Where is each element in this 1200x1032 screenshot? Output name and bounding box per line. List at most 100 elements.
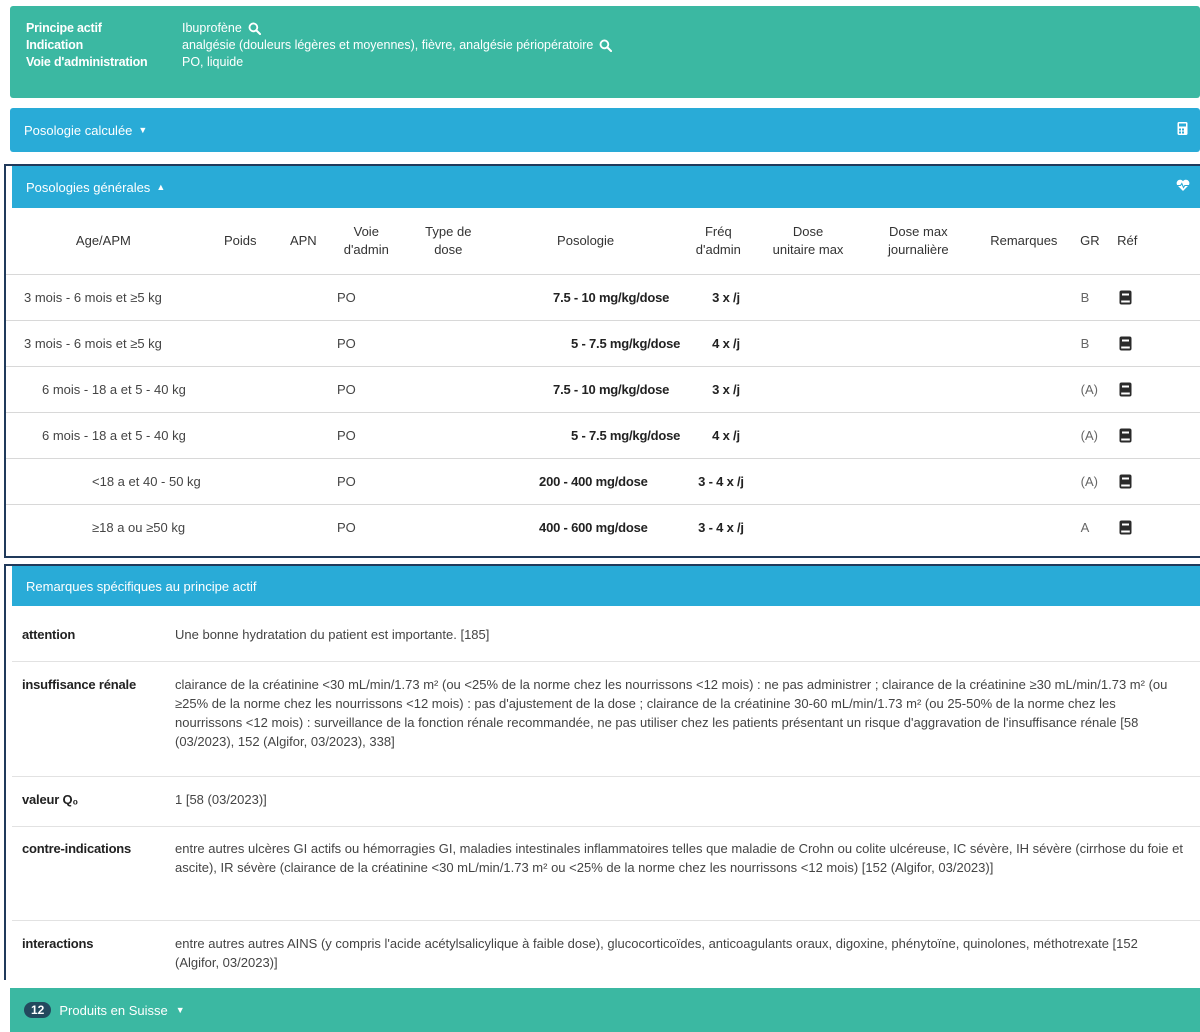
cell-frequency: 4 x /j — [680, 412, 757, 459]
general-dosages-toggle[interactable]: Posologies générales ▲ — [12, 166, 1200, 208]
col-dose-type[interactable]: Type de dose — [405, 208, 492, 275]
general-dosages-section: Posologies générales ▲ Age/APM Poids APN… — [4, 164, 1200, 558]
cell-weight — [200, 366, 280, 413]
cell-apn — [280, 504, 327, 550]
col-apn[interactable]: APN — [279, 208, 327, 275]
cell-gr: (A) — [1070, 458, 1110, 505]
reference-book-icon[interactable] — [1119, 519, 1132, 535]
header-row-route: Voie d'administration PO, liquide — [26, 54, 1184, 71]
cell-weight — [200, 458, 280, 505]
cell-weight — [200, 320, 280, 367]
reference-book-icon[interactable] — [1119, 473, 1132, 489]
cell-gr: B — [1070, 320, 1110, 367]
table-row: 3 mois - 6 mois et ≥5 kg PO 7.5 - 10 mg/kg… — [6, 274, 1200, 321]
table-row: <18 a et 40 - 50 kg PO 200 - 400 mg/dose 3 … — [6, 458, 1200, 505]
cell-posology: 5 - 7.5 mg/kg/dose — [491, 412, 680, 459]
dosage-table: Age/APM Poids APN Voie d'admin Type de dos… — [6, 208, 1200, 550]
col-age[interactable]: Age/APM — [6, 208, 201, 275]
cell-frequency: 4 x /j — [680, 320, 757, 367]
calculated-dosage-toggle[interactable]: Posologie calculée ▼ — [10, 108, 1200, 152]
cell-age: <18 a et 40 - 50 kg — [6, 458, 201, 505]
remark-value: 1 [58 (03/2023)] — [175, 792, 267, 807]
cell-route: PO — [326, 412, 406, 459]
cell-remarks — [977, 504, 1071, 550]
cell-posology: 200 - 400 mg/dose — [491, 458, 681, 505]
remark-q0-value: valeur Q₀ 1 [58 (03/2023)] — [22, 790, 1200, 809]
cell-route: PO — [326, 320, 406, 367]
remark-value: entre autres autres AINS (y compris l'ac… — [175, 936, 1138, 970]
cell-remarks — [977, 412, 1071, 459]
general-dosages-label: Posologies générales — [26, 179, 151, 195]
remarks-section: Remarques spécifiques au principe actif … — [4, 564, 1200, 980]
remarks-title: Remarques spécifiques au principe actif — [26, 578, 257, 594]
col-ref[interactable]: Réf — [1109, 208, 1200, 275]
cell-route: PO — [326, 366, 406, 413]
remark-value: clairance de la créatinine <30 mL/min/1.… — [175, 677, 1168, 749]
cell-dose-type — [405, 274, 492, 321]
cell-frequency: 3 - 4 x /j — [698, 519, 744, 535]
cell-max-daily-dose — [859, 412, 978, 459]
cell-ref — [1109, 412, 1200, 459]
route-value: PO, liquide — [182, 55, 244, 69]
swiss-products-toggle[interactable]: 12 Produits en Suisse ▼ — [10, 988, 1200, 1032]
cell-age: 3 mois - 6 mois et ≥5 kg — [6, 320, 201, 367]
cell-route: PO — [336, 519, 356, 535]
cell-weight — [201, 504, 280, 550]
remark-value: Une bonne hydratation du patient est imp… — [175, 627, 490, 642]
swiss-products-label: Produits en Suisse — [59, 1002, 168, 1018]
table-row: 6 mois - 18 a et 5 - 40 kg PO 7.5 - 10 mg/… — [6, 366, 1200, 413]
table-row: 3 mois - 6 mois et ≥5 kg PO 5 - 7.5 mg/kg/… — [6, 320, 1200, 367]
col-max-unit-dose[interactable]: Dose unitaire max — [756, 208, 860, 275]
remark-key: interactions — [22, 936, 94, 951]
reference-book-icon[interactable] — [1119, 335, 1132, 351]
cell-posology: 7.5 - 10 mg/kg/dose — [491, 274, 681, 321]
cell-max-unit-dose — [756, 412, 860, 459]
cell-age: 3 mois - 6 mois et ≥5 kg — [6, 274, 201, 321]
cell-dose-type — [405, 366, 492, 413]
cell-gr: B — [1070, 274, 1110, 321]
cell-route: PO — [326, 458, 406, 505]
search-icon[interactable] — [599, 39, 613, 52]
cell-max-unit-dose — [756, 274, 860, 321]
cell-frequency: 3 - 4 x /j — [680, 458, 757, 505]
header-row-indication: Indication analgésie (douleurs légères e… — [26, 37, 1184, 54]
col-route[interactable]: Voie d'admin — [326, 208, 406, 275]
col-posology[interactable]: Posologie — [491, 208, 681, 275]
remarks-header: Remarques spécifiques au principe actif — [12, 566, 1200, 606]
remark-key: valeur Q₀ — [22, 792, 79, 807]
remark-key: attention — [22, 627, 76, 642]
reference-book-icon[interactable] — [1119, 427, 1132, 443]
cell-ref — [1109, 458, 1200, 505]
reference-book-icon[interactable] — [1119, 289, 1132, 305]
cell-max-unit-dose — [756, 320, 860, 367]
cell-gr: (A) — [1070, 366, 1110, 413]
cell-age: 6 mois - 18 a et 5 - 40 kg — [6, 412, 201, 459]
heart-icon[interactable] — [1176, 179, 1190, 195]
calculator-icon[interactable] — [1177, 122, 1188, 139]
col-max-daily-dose[interactable]: Dose max journalière — [859, 208, 978, 275]
col-remarks[interactable]: Remarques — [977, 208, 1071, 275]
remark-interactions: interactions entre autres autres AINS (y… — [22, 934, 1200, 972]
cell-dose-type — [406, 504, 491, 550]
cell-posology: 400 - 600 mg/dose — [539, 519, 648, 535]
cell-ref — [1109, 504, 1200, 550]
cell-ref — [1109, 320, 1200, 367]
search-icon[interactable] — [248, 22, 261, 35]
remark-attention: attention Une bonne hydratation du patie… — [22, 625, 1200, 644]
cell-dose-type — [405, 412, 492, 459]
drug-header: Principe actif Ibuprofène Indication ana… — [10, 6, 1200, 98]
cell-apn — [279, 366, 327, 413]
remark-key: contre-indications — [22, 841, 132, 856]
caret-down-icon: ▼ — [138, 125, 148, 135]
reference-book-icon[interactable] — [1119, 381, 1132, 397]
cell-max-daily-dose — [859, 458, 978, 505]
col-frequency[interactable]: Fréq d'admin — [680, 208, 757, 275]
cell-remarks — [977, 320, 1071, 367]
cell-frequency: 3 x /j — [680, 366, 757, 413]
remark-key: insuffisance rénale — [22, 677, 136, 692]
col-gr[interactable]: GR — [1070, 208, 1110, 275]
col-weight[interactable]: Poids — [200, 208, 280, 275]
products-count-badge: 12 — [24, 1002, 52, 1018]
cell-apn — [279, 274, 327, 321]
cell-posology: 7.5 - 10 mg/kg/dose — [491, 366, 681, 413]
